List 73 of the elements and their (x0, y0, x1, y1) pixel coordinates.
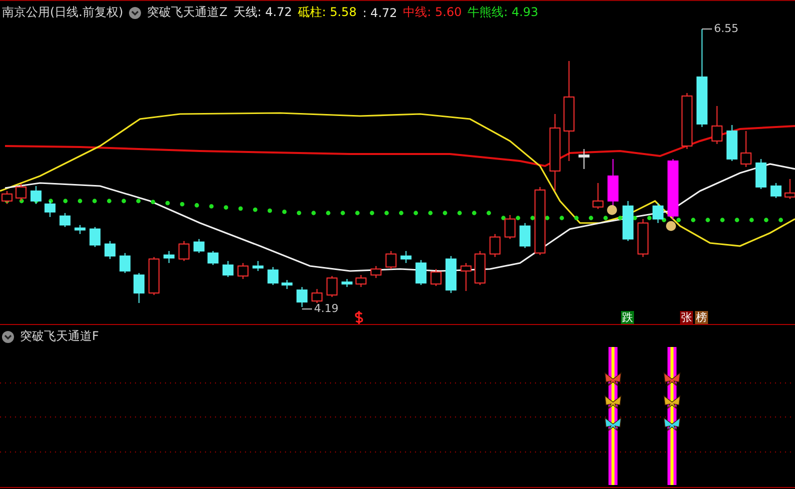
candlestick (446, 256, 456, 294)
candlestick (592, 182, 604, 210)
candlestick (682, 92, 692, 150)
candlestick (296, 286, 308, 308)
candlestick (16, 184, 26, 202)
butterfly-icon (664, 417, 680, 432)
candlestick (104, 240, 116, 260)
butterfly-icon (664, 395, 680, 410)
butterfly-icon (604, 417, 622, 432)
leader-line (302, 308, 312, 310)
dollar-marker-icon (354, 311, 364, 324)
candlestick (608, 158, 618, 208)
signal-badge: 张 (680, 311, 693, 324)
candlestick (370, 266, 382, 278)
candlestick (208, 250, 218, 266)
candlestick (668, 158, 678, 220)
candlestick (164, 250, 174, 264)
candlestick (326, 276, 338, 298)
candlestick (490, 234, 500, 258)
price-label: 4.19 (314, 302, 338, 315)
candlestick (740, 130, 752, 168)
signal-badge: 榜 (695, 311, 708, 324)
signal-badge: 跌 (621, 311, 634, 324)
candlestick (356, 274, 366, 288)
dropdown-chevron-icon[interactable] (129, 6, 142, 18)
candlestick (282, 280, 292, 290)
indicator-reading: : 4.72 (362, 6, 398, 20)
candlestick (726, 124, 738, 162)
leader-line (702, 28, 712, 30)
candlestick (770, 182, 782, 198)
candlestick (194, 238, 204, 254)
indicator-reading: 砥柱: 5.58 (298, 4, 357, 21)
candlestick (222, 260, 234, 278)
candlestick (504, 214, 516, 240)
butterfly-icon (604, 395, 622, 410)
candlestick (756, 158, 766, 190)
candlestick (74, 224, 86, 234)
candlestick (60, 212, 70, 228)
candlestick (652, 202, 664, 224)
dropdown-chevron-icon[interactable] (2, 330, 14, 342)
candlestick (430, 268, 442, 286)
candlestick (148, 256, 160, 296)
candlestick (416, 260, 426, 286)
candlestick (268, 266, 278, 286)
indicator-reading: 中线: 5.60 (403, 4, 462, 21)
candlestick (460, 262, 472, 292)
candlestick (578, 148, 590, 170)
stock-title: 南京公用(日线.前复权) (2, 4, 124, 21)
candlestick (44, 200, 56, 218)
indicator-reading: 天线: 4.72 (233, 4, 292, 21)
indicator-name: 突破飞天通道Z (147, 4, 228, 21)
candlestick (474, 250, 486, 286)
indicator-reading: 牛熊线: 4.93 (468, 4, 538, 21)
butterfly-icon (604, 372, 622, 386)
candlestick (520, 222, 530, 248)
candlestick (622, 200, 634, 242)
candlestick (386, 250, 396, 270)
candlestick (342, 278, 352, 288)
candlestick (400, 250, 412, 264)
butterfly-icon (664, 372, 680, 386)
candlestick (252, 260, 264, 272)
candlestick (30, 186, 42, 204)
candlestick (638, 218, 648, 258)
candlestick (534, 186, 546, 256)
candlestick (120, 252, 130, 274)
price-label: 6.55 (714, 22, 738, 35)
candlestick (90, 226, 100, 248)
candlestick (712, 106, 722, 144)
candlestick (134, 272, 144, 304)
candlestick (178, 240, 190, 262)
candlestick (238, 262, 248, 280)
indicator-name: 突破飞天通道F (20, 328, 99, 345)
candlestick (312, 288, 322, 304)
